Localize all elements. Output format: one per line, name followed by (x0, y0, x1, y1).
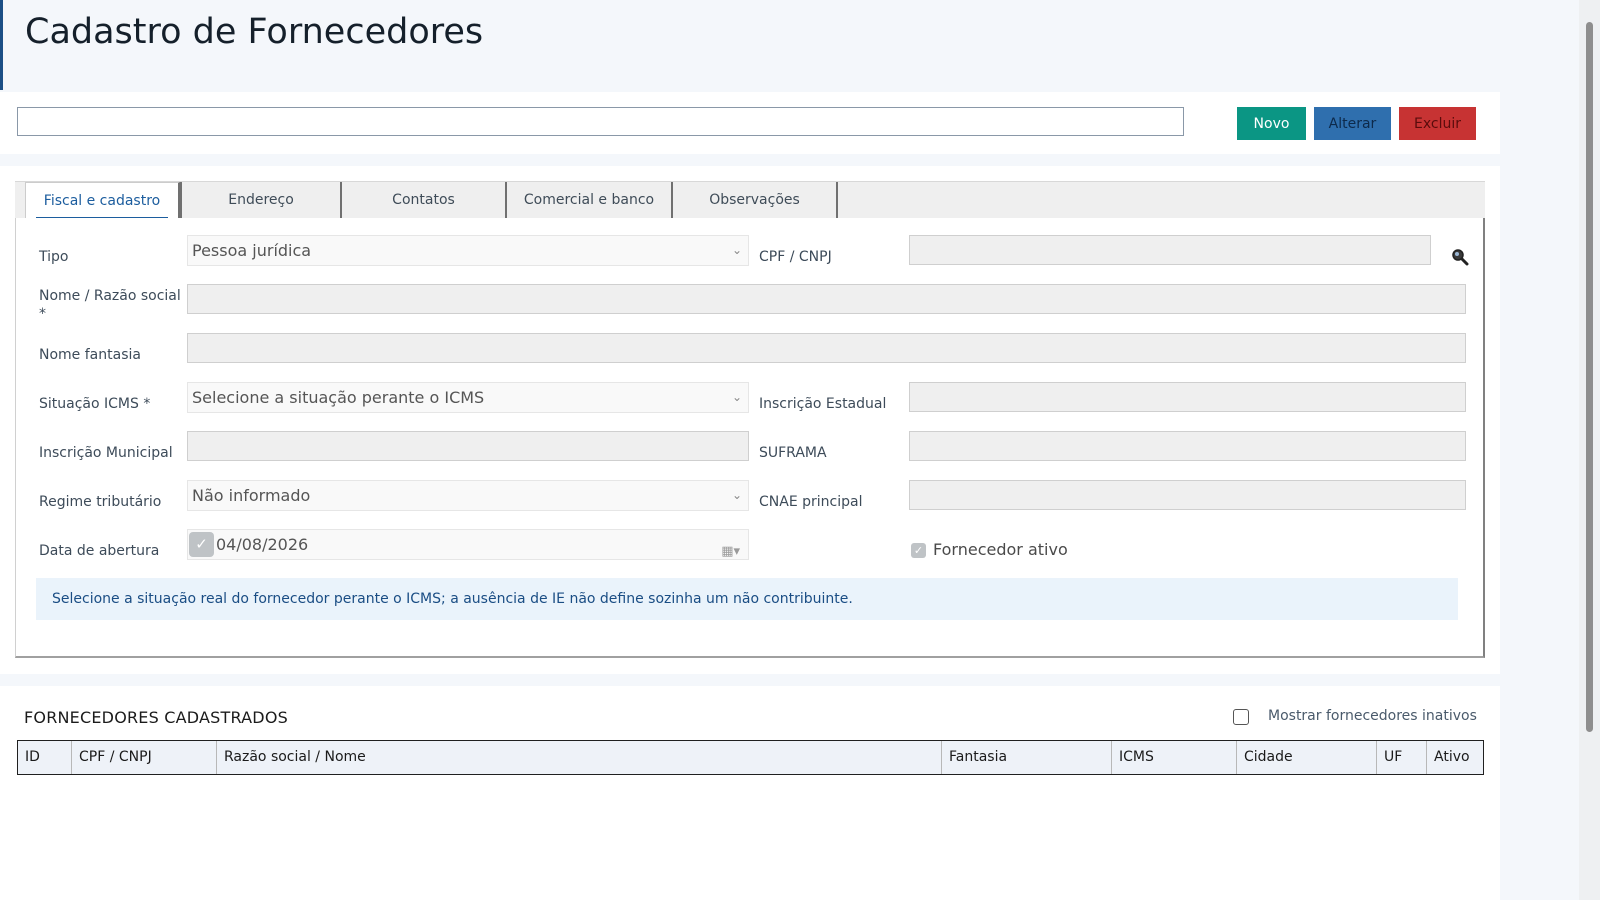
alterar-button[interactable]: Alterar (1314, 107, 1391, 140)
cnae-principal-label: CNAE principal (759, 494, 863, 510)
toolbar: Novo Alterar Excluir (0, 92, 1500, 154)
data-abertura-value: 04/08/2026 (216, 535, 309, 554)
nome-fantasia-field[interactable] (187, 333, 1466, 363)
list-title: FORNECEDORES CADASTRADOS (24, 708, 288, 727)
icms-info-message: Selecione a situação real do fornecedor … (36, 578, 1458, 620)
situacao-icms-label: Situação ICMS * (39, 396, 151, 412)
vertical-scrollbar[interactable] (1579, 0, 1600, 900)
column-header-fantasia[interactable]: Fantasia (942, 741, 1112, 774)
tipo-select[interactable]: Pessoa jurídica ⌄ (187, 235, 749, 266)
calendar-dropdown-icon[interactable]: ▦▾ (721, 537, 740, 566)
tab-observacoes[interactable]: Observações (673, 182, 838, 220)
nome-razao-label: Nome / Razão social * (39, 288, 181, 322)
column-header-cpf-cnpj[interactable]: CPF / CNPJ (72, 741, 217, 774)
suframa-label: SUFRAMA (759, 445, 827, 461)
tab-label: Contatos (392, 192, 455, 208)
tabs-bar: Fiscal e cadastro Endereço Contatos Come… (15, 181, 1485, 220)
tab-label: Endereço (228, 192, 294, 208)
suframa-field[interactable] (909, 431, 1466, 461)
column-header-ativo[interactable]: Ativo (1427, 741, 1483, 774)
cnae-principal-field[interactable] (909, 480, 1466, 510)
tab-label: Comercial e banco (523, 192, 655, 208)
chevron-down-icon: ⌄ (731, 488, 742, 502)
tab-contatos[interactable]: Contatos (342, 182, 507, 220)
search-input[interactable] (17, 107, 1184, 136)
inscricao-estadual-field[interactable] (909, 382, 1466, 412)
data-abertura-label: Data de abertura (39, 543, 160, 559)
check-icon[interactable]: ✓ (189, 532, 214, 557)
regime-tributario-label: Regime tributário (39, 494, 162, 510)
column-header-id[interactable]: ID (18, 741, 72, 774)
chevron-down-icon: ⌄ (731, 243, 742, 257)
novo-button[interactable]: Novo (1237, 107, 1306, 140)
regime-tributario-select[interactable]: Não informado ⌄ (187, 480, 749, 511)
cpf-cnpj-field[interactable] (909, 235, 1431, 265)
scrollbar-thumb[interactable] (1586, 22, 1593, 732)
column-header-cidade[interactable]: Cidade (1237, 741, 1377, 774)
inscricao-municipal-field[interactable] (187, 431, 749, 461)
data-abertura-picker[interactable]: ✓ 04/08/2026 ▦▾ (187, 529, 749, 560)
regime-tributario-select-value: Não informado (192, 486, 311, 505)
column-header-razao-social[interactable]: Razão social / Nome (217, 741, 942, 774)
tab-panel-fiscal: Tipo Pessoa jurídica ⌄ CPF / CNPJ Nome /… (15, 218, 1485, 658)
tab-label: Observações (709, 192, 800, 208)
column-header-uf[interactable]: UF (1377, 741, 1427, 774)
tipo-select-value: Pessoa jurídica (192, 241, 312, 260)
nome-razao-field[interactable] (187, 284, 1466, 314)
chevron-down-icon: ⌄ (731, 390, 742, 404)
form-section: Fiscal e cadastro Endereço Contatos Come… (0, 166, 1500, 674)
show-inactive-label: Mostrar fornecedores inativos (1268, 708, 1477, 724)
tipo-label: Tipo (39, 249, 69, 265)
show-inactive-checkbox[interactable] (1233, 709, 1249, 725)
grid-header: ID CPF / CNPJ Razão social / Nome Fantas… (17, 740, 1484, 775)
situacao-icms-select-value: Selecione a situação perante o ICMS (192, 388, 485, 407)
cpf-cnpj-label: CPF / CNPJ (759, 249, 832, 265)
situacao-icms-select[interactable]: Selecione a situação perante o ICMS ⌄ (187, 382, 749, 413)
page-title: Cadastro de Fornecedores (25, 12, 484, 52)
tab-endereco[interactable]: Endereço (180, 182, 342, 220)
app-window: Cadastro de Fornecedores Novo Alterar Ex… (0, 0, 1500, 900)
tab-fiscal-cadastro[interactable]: Fiscal e cadastro (25, 182, 180, 220)
fornecedor-ativo-label: Fornecedor ativo (933, 540, 1068, 559)
tab-comercial-banco[interactable]: Comercial e banco (507, 182, 673, 220)
nome-fantasia-label: Nome fantasia (39, 347, 141, 363)
inscricao-municipal-label: Inscrição Municipal (39, 445, 173, 461)
tab-label: Fiscal e cadastro (43, 193, 161, 209)
fornecedor-ativo-checkbox[interactable]: ✓ (911, 543, 926, 558)
column-header-icms[interactable]: ICMS (1112, 741, 1237, 774)
page-header: Cadastro de Fornecedores (0, 0, 1500, 90)
inscricao-estadual-label: Inscrição Estadual (759, 396, 887, 412)
fornecedores-list-section: FORNECEDORES CADASTRADOS Mostrar fornece… (0, 686, 1500, 900)
excluir-button[interactable]: Excluir (1399, 107, 1476, 140)
search-icon[interactable] (1451, 248, 1469, 266)
